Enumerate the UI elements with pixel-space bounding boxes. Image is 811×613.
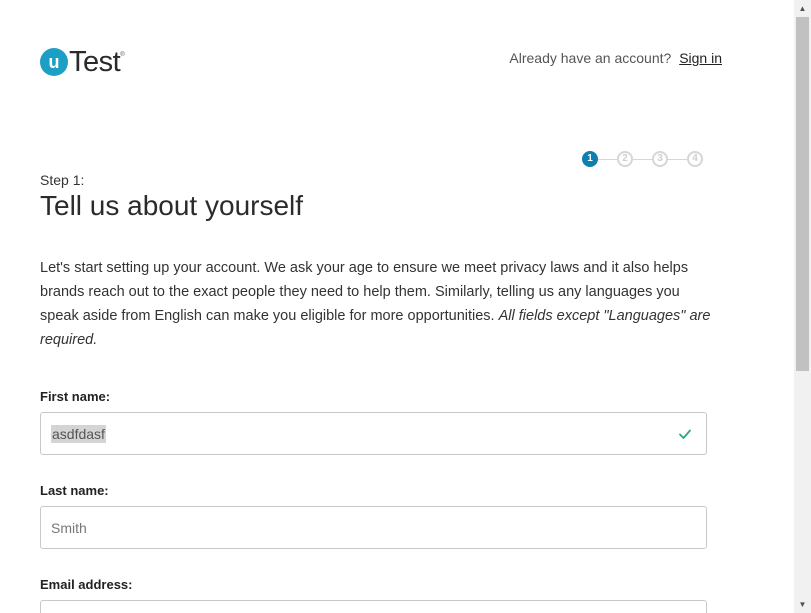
page-scrollbar[interactable]: ▲ ▼ xyxy=(794,0,811,613)
logo-text: Test xyxy=(69,45,121,78)
check-icon xyxy=(679,429,691,439)
signup-page: u Test ® Already have an account? Sign i… xyxy=(0,0,811,613)
step-connector xyxy=(598,158,617,160)
logo-u-circle: u xyxy=(40,48,68,76)
step-4: 4 xyxy=(687,151,703,167)
page-title: Tell us about yourself xyxy=(40,190,304,221)
step-connector xyxy=(633,158,652,160)
step-label: Step 1: xyxy=(40,172,85,188)
arrow-down-icon[interactable]: ▼ xyxy=(794,596,811,613)
first-name-label: First name: xyxy=(40,389,111,404)
email-field[interactable] xyxy=(40,600,707,613)
first-name-value[interactable]: asdfdasf xyxy=(51,425,106,443)
step-3: 3 xyxy=(652,151,668,167)
last-name-field[interactable] xyxy=(40,506,707,549)
intro-paragraph: Let's start setting up your account. We … xyxy=(40,256,720,352)
signin-area: Already have an account? Sign in xyxy=(509,50,722,66)
step-connector xyxy=(668,158,687,160)
step-2: 2 xyxy=(617,151,633,167)
first-name-field[interactable]: asdfdasf xyxy=(40,412,707,455)
logo-registered-mark: ® xyxy=(120,52,125,58)
step-1: 1 xyxy=(582,151,598,167)
signin-link[interactable]: Sign in xyxy=(679,50,722,66)
last-name-label: Last name: xyxy=(40,483,109,498)
last-name-input[interactable] xyxy=(51,507,651,548)
account-prompt: Already have an account? xyxy=(509,50,672,66)
scrollbar-thumb[interactable] xyxy=(796,17,809,371)
email-label: Email address: xyxy=(40,577,133,592)
progress-stepper: 1 2 3 4 xyxy=(582,151,703,167)
arrow-up-icon[interactable]: ▲ xyxy=(794,0,811,17)
utest-logo[interactable]: u Test ® xyxy=(40,45,125,78)
email-input[interactable] xyxy=(51,601,651,613)
